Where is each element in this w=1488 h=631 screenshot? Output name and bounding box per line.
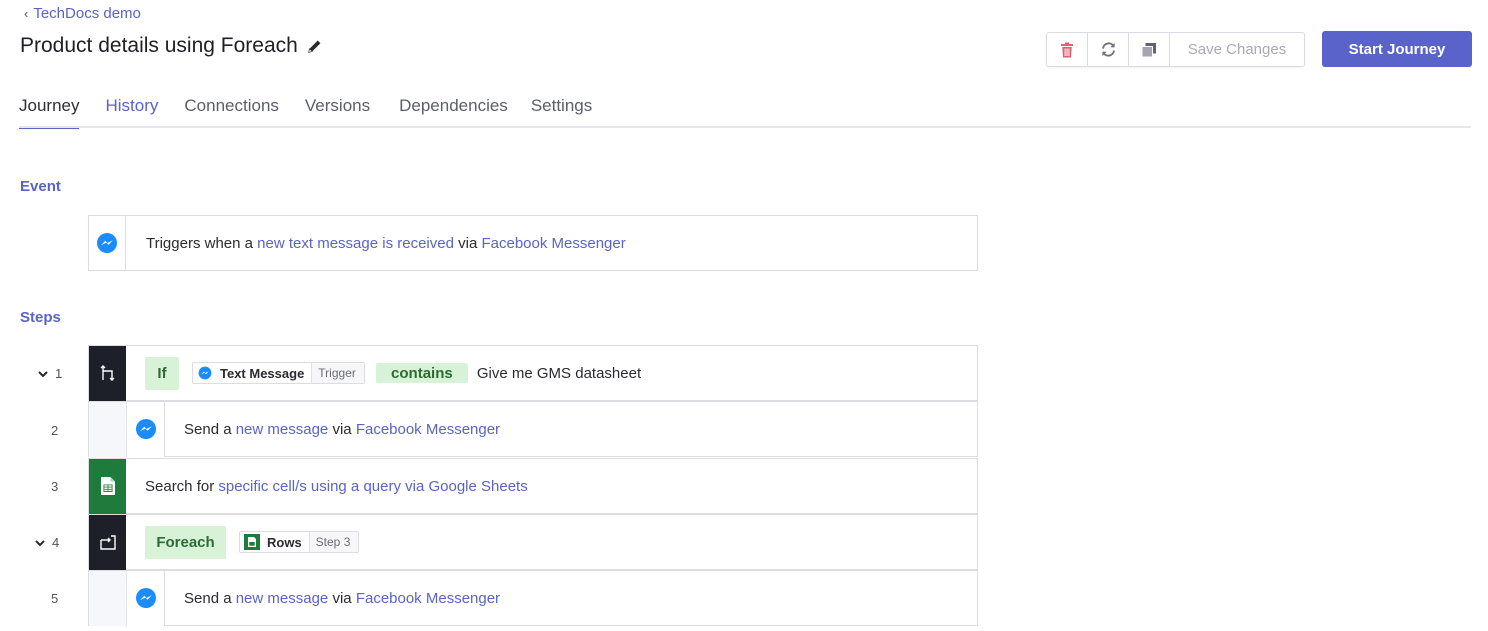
back-link-label: TechDocs demo	[33, 5, 141, 22]
step-action-link[interactable]: new message	[236, 421, 329, 438]
back-link[interactable]: ‹ TechDocs demo	[24, 5, 141, 22]
event-trigger-link[interactable]: new text message is received	[257, 235, 454, 252]
step-5-number: 5	[51, 591, 58, 606]
messenger-icon	[196, 363, 214, 383]
save-changes-button[interactable]: Save Changes	[1170, 33, 1304, 66]
step-prefix: Search for	[145, 477, 215, 495]
step-number-label: 4	[52, 535, 60, 550]
step-via: via	[332, 420, 352, 438]
tab-versions[interactable]: Versions	[305, 96, 370, 128]
foreach-keyword-pill: Foreach	[145, 525, 226, 559]
google-sheets-icon	[100, 477, 115, 495]
rows-chip[interactable]: Rows Step 3	[239, 531, 360, 553]
step-5-row[interactable]: Send a new message via Facebook Messenge…	[88, 570, 978, 626]
tab-dependencies[interactable]: Dependencies	[399, 96, 508, 128]
event-app-link[interactable]: Facebook Messenger	[481, 235, 625, 252]
messenger-icon	[135, 419, 156, 439]
step-action-link[interactable]: specific cell/s using a query via Google…	[218, 478, 527, 495]
step-1-row[interactable]: If Text Message Trigger contains Give me…	[88, 345, 978, 401]
step-5-icon-box	[127, 570, 165, 626]
step-2-icon-box	[127, 401, 165, 457]
nest-indent	[89, 570, 127, 626]
loop-icon	[99, 535, 116, 550]
step-number-label: 1	[55, 366, 63, 381]
pencil-icon[interactable]	[306, 38, 323, 55]
step-2-description: Send a new message via Facebook Messenge…	[184, 421, 500, 438]
tab-bar: Journey History Connections Versions Dep…	[19, 96, 592, 129]
step-1-number: 1	[37, 366, 62, 381]
step-5-description: Send a new message via Facebook Messenge…	[184, 590, 500, 607]
page-title-text: Product details using Foreach	[20, 34, 298, 57]
page-title: Product details using Foreach	[20, 34, 323, 58]
chip-tag: Trigger	[311, 363, 364, 383]
messenger-icon	[135, 588, 156, 608]
tab-divider	[19, 126, 1471, 128]
step-1-icon-box	[89, 345, 126, 401]
branch-icon	[100, 365, 114, 381]
operator-pill: contains	[375, 363, 468, 383]
step-4-icon-box	[89, 514, 126, 570]
event-trigger-card[interactable]: Triggers when a new text message is rece…	[88, 215, 978, 271]
refresh-icon	[1101, 42, 1115, 57]
event-description: Triggers when a new text message is rece…	[146, 235, 626, 252]
delete-button[interactable]	[1047, 33, 1088, 66]
trash-icon	[1061, 42, 1073, 57]
step-action-link[interactable]: new message	[236, 590, 329, 607]
duplicate-button[interactable]	[1129, 33, 1170, 66]
step-3-row[interactable]: Search for specific cell/s using a query…	[88, 458, 978, 514]
event-icon-box	[89, 216, 126, 270]
chevron-left-icon: ‹	[24, 6, 29, 21]
duplicate-icon	[1141, 42, 1156, 57]
chip-label: Text Message	[220, 365, 305, 381]
event-section-label: Event	[20, 178, 61, 195]
step-prefix: Send a	[184, 589, 232, 607]
text-message-chip[interactable]: Text Message Trigger	[192, 362, 365, 384]
tab-connections[interactable]: Connections	[184, 96, 279, 128]
step-2-row[interactable]: Send a new message via Facebook Messenge…	[88, 401, 978, 457]
step-number-label: 3	[51, 479, 59, 494]
condition-value[interactable]: Give me GMS datasheet	[477, 365, 641, 382]
tab-history[interactable]: History	[105, 96, 158, 128]
chip-tag: Step 3	[308, 532, 359, 552]
step-4-row[interactable]: Foreach Rows Step 3	[88, 514, 978, 570]
google-sheets-icon	[243, 532, 261, 552]
step-3-icon-box	[89, 458, 126, 514]
step-via: via	[332, 589, 352, 607]
steps-section-label: Steps	[20, 309, 61, 326]
refresh-button[interactable]	[1088, 33, 1129, 66]
chevron-down-icon[interactable]	[34, 537, 46, 549]
toolbar: Save Changes	[1046, 32, 1305, 67]
step-3-number: 3	[51, 479, 58, 494]
step-number-label: 5	[51, 591, 59, 606]
step-number-label: 2	[51, 423, 59, 438]
event-via: via	[458, 234, 478, 252]
tab-journey[interactable]: Journey	[19, 96, 80, 129]
tab-settings[interactable]: Settings	[531, 96, 592, 128]
step-3-description: Search for specific cell/s using a query…	[145, 478, 528, 495]
messenger-icon	[97, 233, 117, 253]
event-prefix: Triggers when a	[146, 234, 253, 252]
step-app-link[interactable]: Facebook Messenger	[356, 590, 500, 607]
step-app-link[interactable]: Facebook Messenger	[356, 421, 500, 438]
step-2-number: 2	[51, 423, 58, 438]
step-4-number: 4	[34, 535, 59, 550]
step-prefix: Send a	[184, 420, 232, 438]
chevron-down-icon[interactable]	[37, 368, 49, 380]
nest-indent	[89, 401, 127, 457]
chip-label: Rows	[267, 534, 302, 550]
start-journey-button[interactable]: Start Journey	[1322, 31, 1472, 67]
if-keyword-pill: If	[145, 356, 179, 390]
